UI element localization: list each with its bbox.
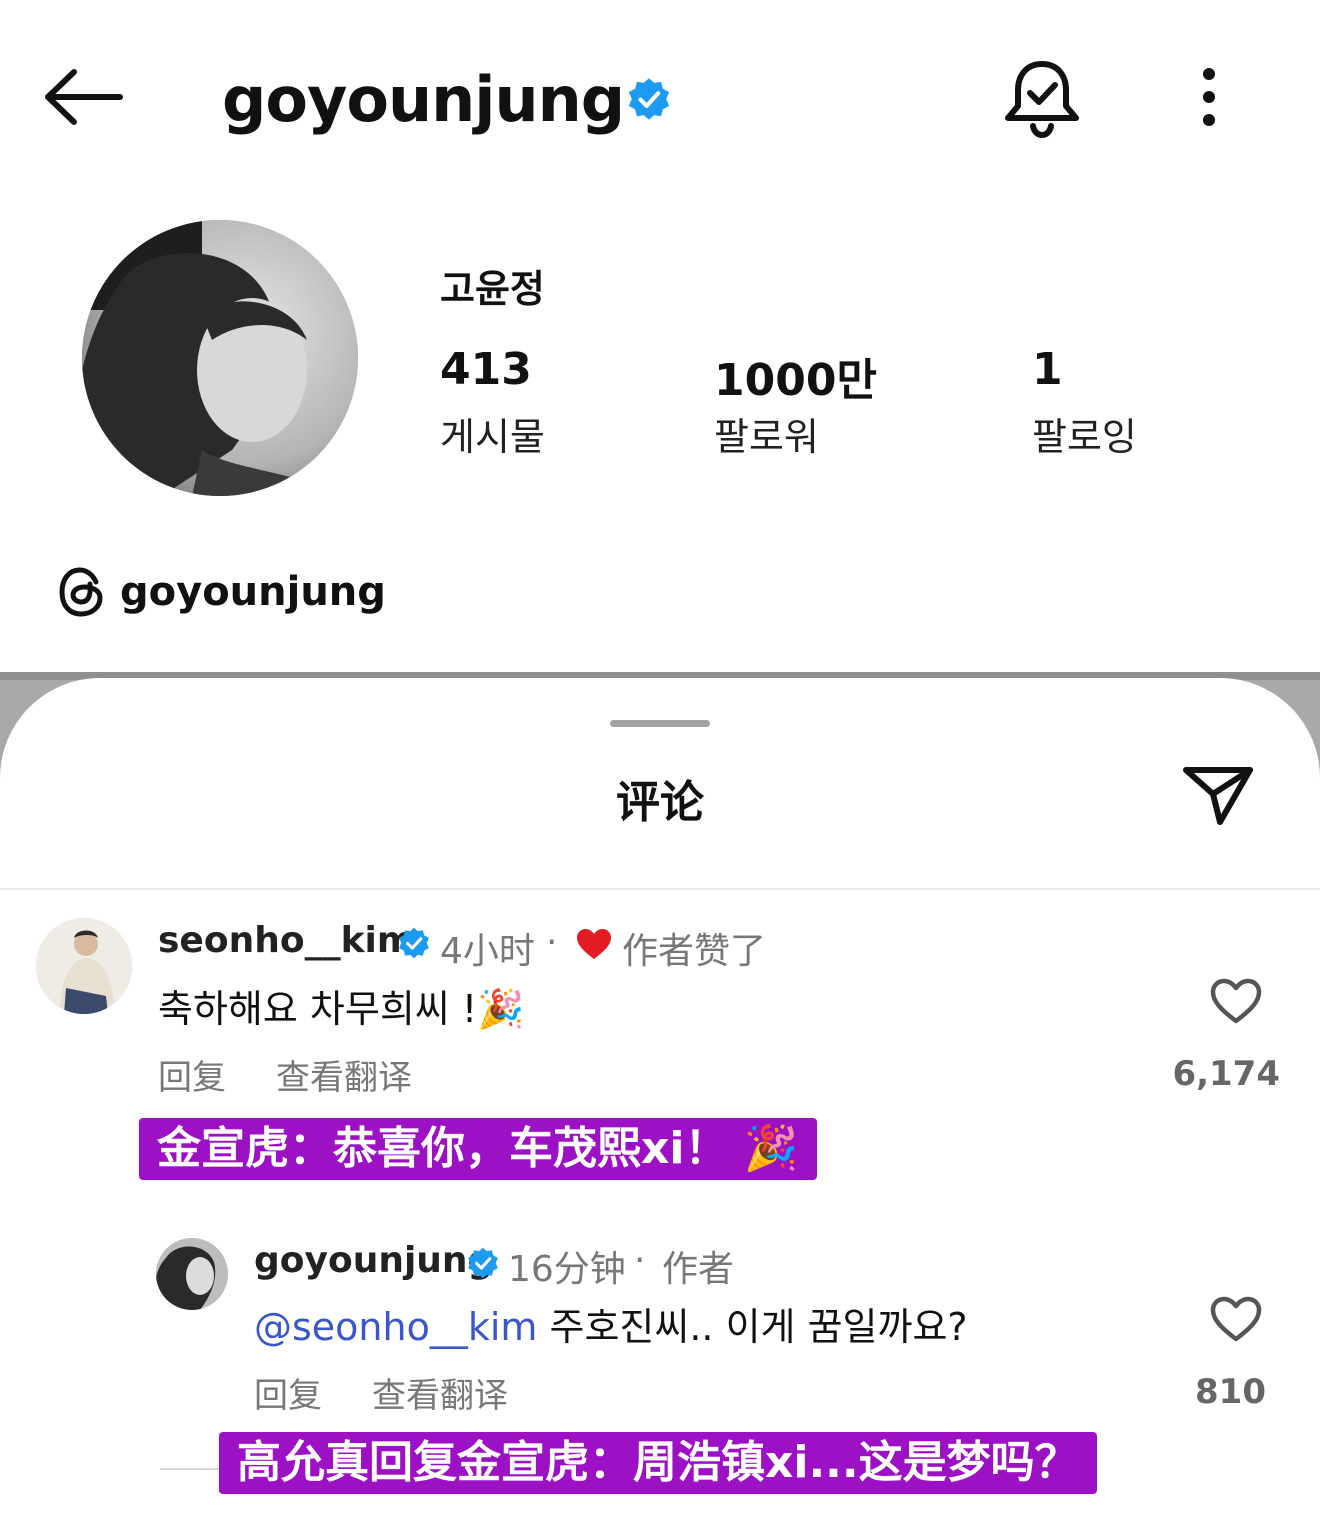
sheet-divider [0,888,1320,890]
author-tag: 作者 [662,1249,735,1290]
sheet-title: 评论 [616,777,704,828]
mention-link[interactable]: @seonho__kim [254,1305,537,1349]
back-arrow-icon[interactable] [40,62,130,132]
reply-button[interactable]: 回复 [158,1050,226,1099]
translation-caption: 高允真回复金宣虎：周浩镇xi...这是梦吗？ [219,1432,1097,1494]
like-count: 810 [1195,1372,1266,1412]
view-replies-line [160,1468,224,1470]
followers-label[interactable]: 팔로워 [714,406,819,461]
posts-count[interactable]: 413 [440,344,532,395]
profile-section: goyounjung 고윤정 413 게시물 1000만 팔로워 1 팔로잉 g… [0,0,1320,672]
reply-button[interactable]: 回复 [254,1368,322,1417]
verified-badge-icon [628,78,670,120]
comment-username[interactable]: seonho__kim [158,920,414,961]
threads-icon [59,567,103,617]
followers-count[interactable]: 1000만 [714,344,877,408]
meta-separator: · [634,1240,646,1281]
avatar-photo-icon [36,918,132,1014]
reply-avatar[interactable] [156,1238,228,1310]
display-name: 고윤정 [440,267,545,311]
threads-link[interactable]: goyounjung [58,560,386,624]
reply-username[interactable]: goyounjung [254,1240,493,1281]
threads-handle[interactable]: goyounjung [120,569,386,615]
comments-sheet: 评论 [0,678,1320,1533]
commenter-avatar[interactable] [36,918,132,1014]
following-label[interactable]: 팔로잉 [1032,406,1137,461]
avatar-photo-icon [156,1238,228,1310]
heart-outline-icon[interactable] [1210,978,1262,1024]
reply-time: 16分钟 [508,1249,626,1290]
avatar-photo-icon [82,220,358,496]
sheet-drag-handle[interactable] [610,720,710,727]
author-liked-label: 作者赞了 [622,931,767,972]
profile-avatar[interactable] [82,220,358,496]
more-options-icon[interactable] [1186,62,1232,132]
translate-button[interactable]: 查看翻译 [372,1368,508,1417]
notification-bell-icon[interactable] [1000,56,1084,140]
comment-text: 축하해요 차무희씨 !🎉 [158,987,525,1031]
reply-text-body: 주호진씨.. 이게 꿈일까요? [537,1305,968,1349]
following-count[interactable]: 1 [1032,344,1063,395]
share-send-icon[interactable] [1180,762,1256,828]
meta-separator: · [546,922,558,963]
verified-badge-icon [399,927,429,959]
heart-filled-icon [577,929,611,959]
heart-outline-icon[interactable] [1210,1296,1262,1342]
like-count: 6,174 [1172,1054,1280,1094]
verified-badge-icon [468,1247,498,1279]
translate-button[interactable]: 查看翻译 [276,1050,412,1099]
translation-caption: 金宣虎：恭喜你，车茂熙xi！ 🎉 [139,1118,817,1180]
posts-label[interactable]: 게시물 [440,406,545,461]
reply-text: @seonho__kim 주호진씨.. 이게 꿈일까요? [254,1296,968,1351]
profile-username: goyounjung [222,63,625,136]
comment-time: 4小时 [440,931,535,972]
